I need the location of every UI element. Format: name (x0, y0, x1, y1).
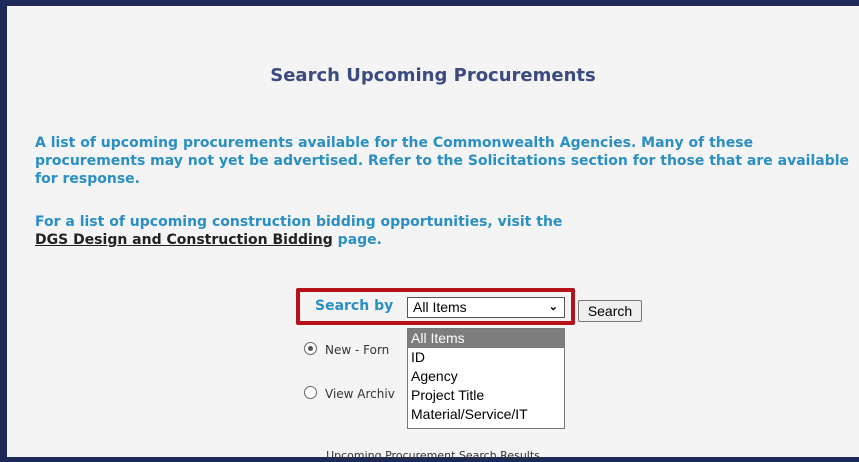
option-id[interactable]: ID (408, 348, 564, 367)
radio-view-archive[interactable] (304, 386, 317, 399)
construction-note: For a list of upcoming construction bidd… (35, 213, 855, 249)
construction-prefix: For a list of upcoming construction bidd… (35, 214, 563, 230)
search-by-label: Search by (315, 298, 394, 314)
dgs-bidding-link[interactable]: DGS Design and Construction Bidding (35, 232, 333, 248)
option-all-items[interactable]: All Items (408, 329, 564, 348)
search-by-select[interactable]: All Items ⌄ (407, 297, 565, 318)
intro-text: A list of upcoming procurements availabl… (35, 135, 850, 187)
radio-new[interactable] (304, 342, 317, 355)
option-material-service-it[interactable]: Material/Service/IT (408, 405, 564, 424)
search-by-dropdown-list: All Items ID Agency Project Title Materi… (407, 328, 565, 429)
search-button[interactable]: Search (578, 300, 642, 322)
page-frame: Search Upcoming Procurements A list of u… (7, 6, 859, 462)
construction-suffix: page. (332, 232, 382, 248)
radio-view-archive-label: View Archiv (325, 387, 395, 401)
chevron-down-icon: ⌄ (548, 301, 558, 313)
search-by-selected-value: All Items (413, 299, 467, 315)
radio-new-label: New - Forn (325, 343, 390, 357)
results-title: Upcoming Procurement Search Results (326, 449, 540, 462)
option-project-title[interactable]: Project Title (408, 386, 564, 405)
option-agency[interactable]: Agency (408, 367, 564, 386)
page-title: Search Upcoming Procurements (270, 65, 596, 86)
